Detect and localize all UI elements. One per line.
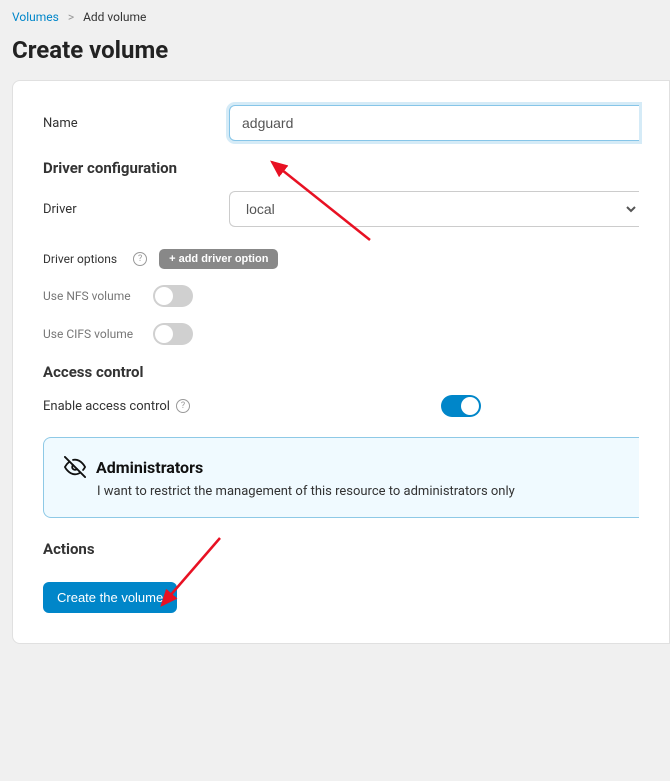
page-title: Create volume	[0, 28, 670, 80]
help-icon[interactable]: ?	[133, 252, 147, 266]
admin-title: Administrators	[96, 458, 203, 477]
breadcrumb: Volumes > Add volume	[0, 0, 670, 28]
admin-box[interactable]: Administrators I want to restrict the ma…	[43, 437, 639, 518]
admin-header: Administrators	[64, 456, 619, 478]
breadcrumb-separator: >	[68, 10, 74, 24]
driver-label: Driver	[43, 202, 229, 217]
help-icon[interactable]: ?	[176, 399, 190, 413]
cifs-toggle[interactable]	[153, 323, 193, 345]
form-card: Name Driver configuration Driver local D…	[12, 80, 670, 644]
admin-desc: I want to restrict the management of thi…	[97, 484, 619, 499]
name-input[interactable]	[229, 105, 639, 141]
nfs-label: Use NFS volume	[43, 289, 153, 303]
breadcrumb-volumes-link[interactable]: Volumes	[12, 10, 59, 24]
driver-row: Driver local	[43, 191, 639, 227]
plus-icon: +	[169, 253, 178, 265]
create-volume-button[interactable]: Create the volume	[43, 582, 177, 613]
add-driver-option-button[interactable]: + add driver option	[159, 249, 278, 269]
breadcrumb-current: Add volume	[83, 10, 146, 24]
driver-options-label: Driver options	[43, 252, 117, 266]
driver-select[interactable]: local	[229, 191, 639, 227]
access-toggle[interactable]	[441, 395, 481, 417]
nfs-toggle-row: Use NFS volume	[43, 285, 639, 307]
actions-heading: Actions	[43, 540, 639, 558]
name-label: Name	[43, 116, 229, 131]
driver-options-row: Driver options ? + add driver option	[43, 249, 639, 269]
access-enable-label: Enable access control ?	[43, 399, 441, 414]
driver-config-heading: Driver configuration	[43, 159, 639, 177]
access-toggle-row: Enable access control ?	[43, 395, 639, 417]
access-heading: Access control	[43, 363, 639, 381]
nfs-toggle[interactable]	[153, 285, 193, 307]
cifs-toggle-row: Use CIFS volume	[43, 323, 639, 345]
cifs-label: Use CIFS volume	[43, 327, 153, 341]
eye-slash-icon	[64, 456, 86, 478]
name-row: Name	[43, 105, 639, 141]
